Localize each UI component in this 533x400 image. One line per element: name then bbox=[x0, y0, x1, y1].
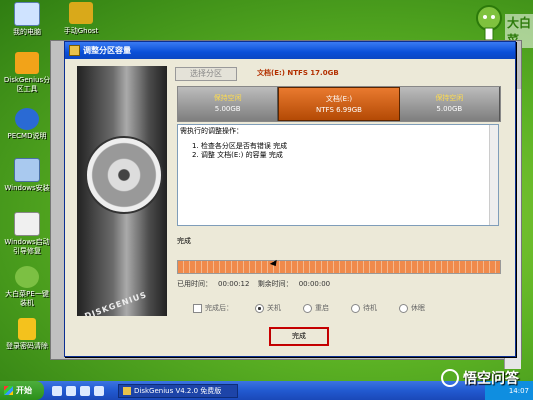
partition-name: 保持空闲 bbox=[213, 94, 242, 102]
resize-partition-dialog: 调整分区容量 DISKGENIUS 选择分区 文档(E:) NTFS 17.0G… bbox=[64, 41, 516, 357]
partition-doc-e[interactable]: 文档(E:) NTFS 6.99GB bbox=[278, 87, 400, 121]
app-icon bbox=[69, 45, 80, 56]
done-button[interactable]: 完成 bbox=[269, 327, 329, 346]
desktop-icon-label: PECMD说明 bbox=[7, 132, 47, 140]
quick-launch-icon[interactable] bbox=[52, 385, 62, 396]
desktop-icon-onekey-install[interactable]: 大白菜PE一键装机 bbox=[2, 266, 52, 308]
partition-size: 5.00GB bbox=[436, 105, 463, 113]
desktop-icon-label: Windows启动引导修复 bbox=[4, 238, 50, 255]
key-icon bbox=[18, 318, 36, 340]
ghost-icon bbox=[69, 2, 93, 24]
desktop-icon-label: DiskGenius分区工具 bbox=[3, 76, 51, 93]
desktop-icon-pecmd[interactable]: PECMD说明 bbox=[2, 108, 52, 141]
radio-icon bbox=[303, 303, 312, 313]
partition-free-right[interactable]: 保持空闲 5.00GB bbox=[399, 87, 500, 121]
quick-launch-icon[interactable] bbox=[66, 385, 76, 396]
operation-log[interactable]: 需执行的调整操作： 1. 检查各分区是否有错误 完成 2. 调整 文档(E:) … bbox=[177, 124, 499, 226]
quick-launch bbox=[52, 385, 104, 396]
window-icon bbox=[14, 158, 40, 182]
after-completion-options: 完成后： 关机 重启 待机 休眠 bbox=[193, 303, 503, 313]
option-label: 待机 bbox=[363, 304, 377, 312]
watermark: 悟空问答 bbox=[441, 368, 519, 388]
option-restart[interactable]: 重启 bbox=[303, 303, 329, 313]
app-icon bbox=[123, 386, 131, 395]
diskgenius-side-image: DISKGENIUS bbox=[77, 66, 167, 316]
watermark-text: 悟空问答 bbox=[463, 371, 519, 387]
radio-icon bbox=[399, 303, 408, 313]
log-scrollbar[interactable] bbox=[489, 125, 498, 225]
start-label: 开始 bbox=[16, 386, 32, 395]
after-label: 完成后： bbox=[205, 304, 233, 312]
dialog-title: 调整分区容量 bbox=[83, 46, 131, 55]
remain-label: 剩余时间： bbox=[257, 280, 293, 288]
desktop-icon-label: 大白菜PE一键装机 bbox=[5, 290, 49, 307]
quick-launch-icon[interactable] bbox=[80, 385, 90, 396]
watermark-logo-icon bbox=[441, 369, 459, 387]
taskbar-task-diskgenius[interactable]: DiskGenius V4.2.0 免费版 bbox=[118, 383, 238, 398]
desktop-icon-my-computer[interactable]: 我的电脑 bbox=[2, 2, 52, 37]
desktop-icon-label: 手动Ghost bbox=[63, 27, 99, 35]
after-completion-checkbox[interactable]: 完成后： bbox=[193, 303, 233, 313]
option-label: 关机 bbox=[267, 304, 281, 312]
desktop-icon-diskgenius[interactable]: DiskGenius分区工具 bbox=[2, 52, 52, 94]
repair-icon bbox=[14, 212, 40, 236]
diskgenius-icon bbox=[15, 52, 39, 74]
desktop-icon-boot-repair[interactable]: Windows启动引导修复 bbox=[2, 212, 52, 256]
partition-size: NTFS 6.99GB bbox=[316, 106, 362, 114]
radio-icon bbox=[351, 303, 360, 313]
option-standby[interactable]: 待机 bbox=[351, 303, 377, 313]
progress-bar bbox=[177, 260, 501, 274]
partition-free-left[interactable]: 保持空闲 5.00GB bbox=[178, 87, 279, 121]
partition-layout-bar[interactable]: 保持空闲 5.00GB 文档(E:) NTFS 6.99GB 保持空闲 5.00… bbox=[177, 86, 501, 122]
desktop-icon-label: 我的电脑 bbox=[13, 28, 41, 36]
desktop-icon-label: 登录密码清除 bbox=[6, 342, 48, 350]
cabbage-logo-icon bbox=[476, 5, 502, 41]
task-label: DiskGenius V4.2.0 免费版 bbox=[134, 386, 222, 395]
log-header: 需执行的调整操作： bbox=[180, 127, 243, 135]
quick-launch-icon[interactable] bbox=[94, 385, 104, 396]
time-info: 已用时间： 00:00:12 剩余时间： 00:00:00 bbox=[177, 279, 336, 289]
hard-disk-icon bbox=[85, 136, 163, 214]
dialog-titlebar[interactable]: 调整分区容量 bbox=[65, 42, 515, 59]
windows-flag-icon bbox=[4, 386, 13, 395]
computer-icon bbox=[14, 2, 40, 26]
desktop-icon-windows-install[interactable]: Windows安装 bbox=[2, 158, 52, 193]
side-brand-text: DISKGENIUS bbox=[83, 290, 149, 316]
option-shutdown[interactable]: 关机 bbox=[255, 303, 281, 313]
log-line: 1. 检查各分区是否有错误 完成 bbox=[192, 142, 288, 150]
start-button[interactable]: 开始 bbox=[0, 381, 44, 400]
partition-name: 保持空闲 bbox=[435, 94, 464, 102]
option-label: 重启 bbox=[315, 304, 329, 312]
partition-name: 文档(E:) bbox=[325, 95, 353, 103]
option-hibernate[interactable]: 休眠 bbox=[399, 303, 425, 313]
checkbox-icon bbox=[193, 303, 202, 313]
help-icon bbox=[15, 108, 39, 130]
partition-size: 5.00GB bbox=[214, 105, 241, 113]
option-label: 休眠 bbox=[411, 304, 425, 312]
radio-icon bbox=[255, 303, 264, 313]
partition-info: 文档(E:) NTFS 17.0GB bbox=[257, 69, 339, 77]
remain-value: 00:00:00 bbox=[298, 280, 331, 288]
desktop-icon-ghost[interactable]: 手动Ghost bbox=[58, 2, 104, 36]
log-line: 2. 调整 文档(E:) 的容量 完成 bbox=[192, 151, 283, 159]
desktop-icon-password-clear[interactable]: 登录密码清除 bbox=[2, 318, 52, 351]
cabbage-icon bbox=[15, 266, 39, 288]
select-partition-button[interactable]: 选择分区 bbox=[175, 67, 237, 81]
status-text: 完成 bbox=[177, 237, 191, 245]
desktop-icon-label: Windows安装 bbox=[4, 184, 50, 192]
elapsed-label: 已用时间： bbox=[177, 280, 212, 288]
elapsed-value: 00:00:12 bbox=[218, 280, 250, 288]
